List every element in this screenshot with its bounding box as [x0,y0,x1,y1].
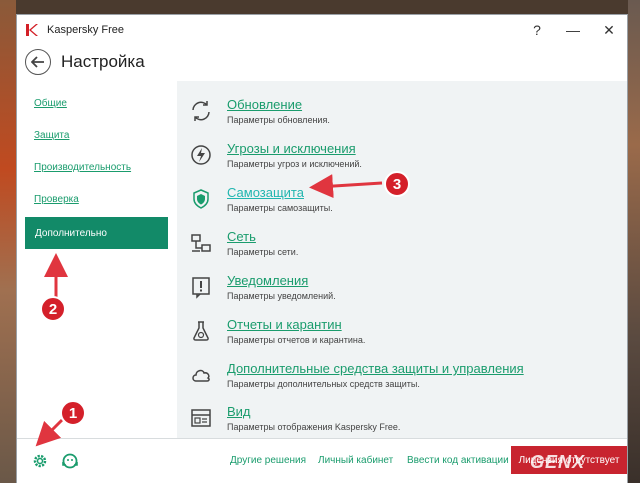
minimize-button[interactable]: — [555,15,591,45]
setting-description: Параметры сети. [227,247,299,257]
gear-icon[interactable] [31,452,49,470]
sidebar-item-protection[interactable]: Защита [34,130,69,141]
activation-code-link[interactable]: Ввести код активации [407,455,509,466]
setting-title[interactable]: Уведомления [227,273,336,289]
lightning-icon [189,143,213,167]
sidebar: Общие Защита Производительность Проверка… [17,81,177,438]
background-right [628,0,640,483]
setting-view: Вид Параметры отображения Kaspersky Free… [189,404,400,432]
sidebar-item-scan[interactable]: Проверка [34,194,79,205]
setting-additional-tools: Дополнительные средства защиты и управле… [189,361,524,389]
setting-title[interactable]: Вид [227,404,400,420]
setting-self-defense: Самозащита Параметры самозащиты. [189,185,333,213]
kaspersky-logo-icon [25,23,39,37]
watermark-logo: GENX [530,452,586,472]
settings-list: Обновление Параметры обновления. Угрозы … [177,81,627,438]
setting-network: Сеть Параметры сети. [189,229,298,257]
other-solutions-link[interactable]: Другие решения [230,455,306,466]
display-icon [189,406,213,430]
setting-description: Параметры самозащиты. [227,203,333,213]
setting-description: Параметры отчетов и карантина. [227,335,366,345]
setting-title[interactable]: Сеть [227,229,298,245]
close-button[interactable]: ✕ [591,15,627,45]
background-left [0,0,16,483]
title-bar: Kaspersky Free ? — ✕ [17,15,627,45]
setting-description: Параметры угроз и исключений. [227,159,362,169]
flask-icon [189,319,213,343]
page-header: Настройка [17,45,627,79]
setting-description: Параметры обновления. [227,115,330,125]
page-title: Настройка [61,52,145,71]
support-icon[interactable] [61,452,79,470]
network-icon [189,231,213,255]
app-title: Kaspersky Free [47,24,125,36]
setting-update: Обновление Параметры обновления. [189,97,330,125]
setting-reports: Отчеты и карантин Параметры отчетов и ка… [189,317,365,345]
refresh-icon [189,99,213,123]
cloud-icon [189,363,213,387]
setting-description: Параметры уведомлений. [227,291,336,301]
my-account-link[interactable]: Личный кабинет [318,455,393,466]
setting-description: Параметры дополнительных средств защиты. [227,379,420,389]
annotation-marker-1: 1 [60,400,86,426]
annotation-marker-3: 3 [384,171,410,197]
arrow-left-icon [31,56,44,68]
setting-title[interactable]: Самозащита [227,185,333,201]
shield-icon [189,187,213,211]
setting-title[interactable]: Обновление [227,97,330,113]
setting-title[interactable]: Отчеты и карантин [227,317,365,333]
app-window: Kaspersky Free ? — ✕ Настройка Общие Защ… [16,14,628,483]
setting-title[interactable]: Дополнительные средства защиты и управле… [227,361,524,377]
annotation-marker-2: 2 [40,296,66,322]
sidebar-item-advanced[interactable]: Дополнительно [25,217,168,249]
sidebar-item-general[interactable]: Общие [34,98,67,109]
setting-title[interactable]: Угрозы и исключения [227,141,362,157]
back-button[interactable] [25,49,51,75]
setting-threats: Угрозы и исключения Параметры угроз и ис… [189,141,362,169]
setting-notifications: Уведомления Параметры уведомлений. [189,273,336,301]
alert-icon [189,275,213,299]
sidebar-item-performance[interactable]: Производительность [34,162,131,173]
help-button[interactable]: ? [519,15,555,45]
setting-description: Параметры отображения Kaspersky Free. [227,422,401,432]
